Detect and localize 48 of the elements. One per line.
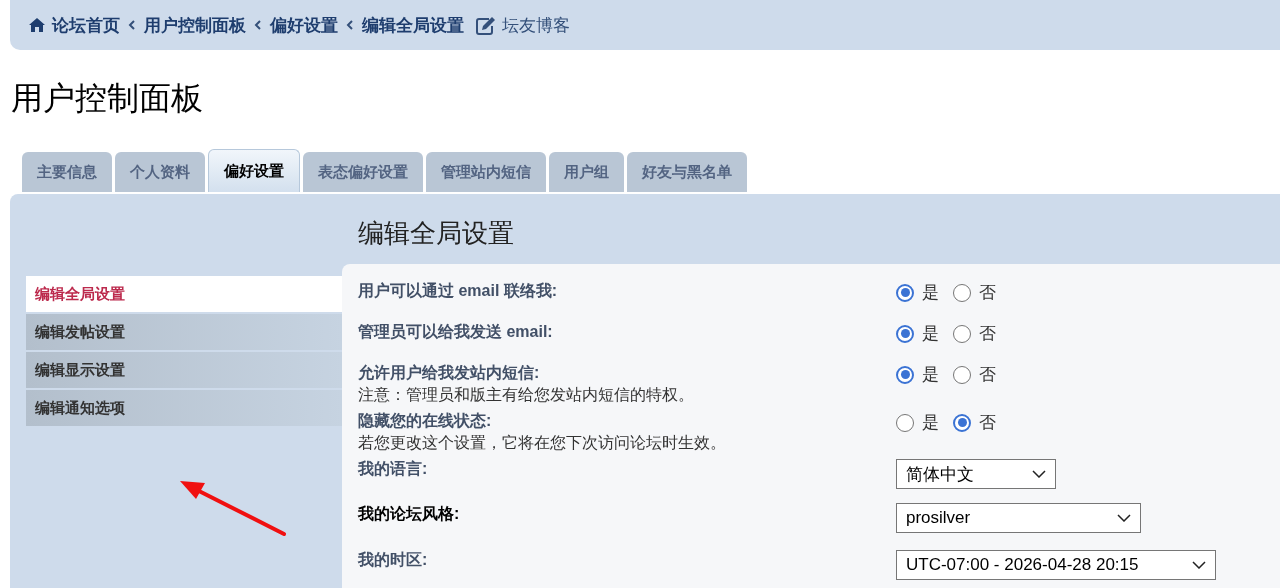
- chevron-down-icon: [1192, 561, 1206, 569]
- radio-label: 是: [922, 282, 939, 304]
- radio-label: 否: [979, 282, 996, 304]
- setting-label: 允许用户给我发站内短信:: [358, 363, 541, 383]
- setting-note: 注意：管理员和版主有给您发站内短信的特权。: [358, 385, 695, 405]
- setting-label: 我的语言:: [358, 459, 429, 479]
- page-title: 用户控制面板: [11, 79, 203, 118]
- setting-label: 管理员可以给我发送 email:: [358, 322, 554, 342]
- setting-note: 若您更改这个设置，它将在您下次访问论坛时生效。: [358, 433, 727, 453]
- tab[interactable]: 偏好设置: [208, 149, 300, 192]
- sidebar-item[interactable]: 编辑显示设置: [26, 352, 342, 388]
- chevron-icon: [346, 20, 354, 30]
- radio-button[interactable]: [896, 413, 914, 432]
- chevron-down-icon: [1032, 470, 1046, 478]
- dropdown[interactable]: UTC-07:00 - 2026-04-28 20:15: [896, 550, 1216, 580]
- radio-label: 是: [922, 412, 939, 434]
- radio-button[interactable]: [953, 365, 971, 384]
- sidebar-item[interactable]: 编辑发帖设置: [26, 314, 342, 350]
- breadcrumb-link[interactable]: 偏好设置: [270, 13, 338, 37]
- radio-label: 否: [979, 364, 996, 386]
- dropdown[interactable]: 简体中文: [896, 459, 1056, 489]
- setting-label: 我的时区:: [358, 550, 429, 570]
- edit-icon: [476, 15, 496, 35]
- breadcrumb-link[interactable]: 编辑全局设置: [362, 13, 464, 37]
- radio-button[interactable]: [896, 283, 914, 302]
- chevron-down-icon: [1117, 514, 1131, 522]
- breadcrumb-link[interactable]: 论坛首页: [28, 13, 120, 37]
- radio-button[interactable]: [953, 413, 971, 432]
- radio-button[interactable]: [896, 365, 914, 384]
- breadcrumb-link[interactable]: 用户控制面板: [144, 13, 246, 37]
- radio-button[interactable]: [953, 283, 971, 302]
- radio-label: 是: [922, 364, 939, 386]
- radio-button[interactable]: [953, 324, 971, 343]
- blog-link[interactable]: 坛友博客: [476, 13, 570, 37]
- radio-label: 否: [979, 412, 996, 434]
- section-heading: 编辑全局设置: [358, 217, 514, 250]
- home-icon: [28, 17, 46, 33]
- radio-label: 否: [979, 323, 996, 345]
- chevron-icon: [128, 20, 136, 30]
- chevron-icon: [254, 20, 262, 30]
- setting-label: 我的论坛风格:: [358, 504, 461, 524]
- dropdown[interactable]: prosilver: [896, 503, 1141, 533]
- sidebar-item[interactable]: 编辑全局设置: [26, 276, 342, 312]
- radio-button[interactable]: [896, 324, 914, 343]
- setting-label: 隐藏您的在线状态:: [358, 411, 493, 431]
- radio-label: 是: [922, 323, 939, 345]
- sidebar-item[interactable]: 编辑通知选项: [26, 390, 342, 426]
- setting-label: 用户可以通过 email 联络我:: [358, 281, 559, 301]
